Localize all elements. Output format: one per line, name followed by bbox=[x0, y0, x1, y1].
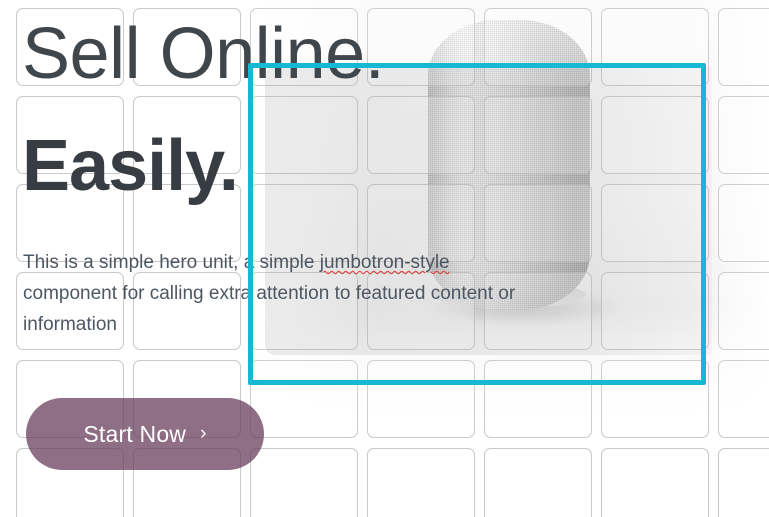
grid-cell bbox=[718, 448, 769, 517]
selection-tint-panel bbox=[265, 67, 712, 355]
grid-cell bbox=[133, 272, 241, 350]
chevron-right-icon: › bbox=[200, 422, 207, 444]
grid-cell bbox=[16, 8, 124, 86]
grid-cell bbox=[601, 448, 709, 517]
grid-cell bbox=[16, 184, 124, 262]
grid-cell bbox=[133, 184, 241, 262]
grid-cell bbox=[718, 448, 769, 517]
grid-cell bbox=[133, 96, 241, 174]
grid-cell bbox=[367, 448, 475, 517]
grid-cell bbox=[133, 8, 241, 86]
grid-cell bbox=[133, 8, 241, 86]
start-now-label: Start Now bbox=[83, 420, 187, 447]
page-title-line-2: Easily. bbox=[22, 126, 239, 206]
start-now-button[interactable]: Start Now › bbox=[26, 398, 264, 470]
grid-cell bbox=[250, 448, 358, 517]
grid-cell bbox=[16, 272, 124, 350]
grid-cell bbox=[16, 96, 124, 174]
grid-cell bbox=[133, 184, 241, 262]
grid-cell bbox=[16, 8, 124, 86]
grid-cell bbox=[367, 448, 475, 517]
grid-cell bbox=[16, 272, 124, 350]
grid-cell bbox=[133, 272, 241, 350]
grid-cell bbox=[133, 96, 241, 174]
grid-cell bbox=[484, 448, 592, 517]
grid-cell bbox=[484, 448, 592, 517]
hero-section: Sell Online. Easily. This is a simple he… bbox=[0, 0, 769, 517]
grid-cell bbox=[16, 96, 124, 174]
grid-cell bbox=[601, 448, 709, 517]
grid-cell bbox=[16, 184, 124, 262]
grid-cell bbox=[250, 448, 358, 517]
